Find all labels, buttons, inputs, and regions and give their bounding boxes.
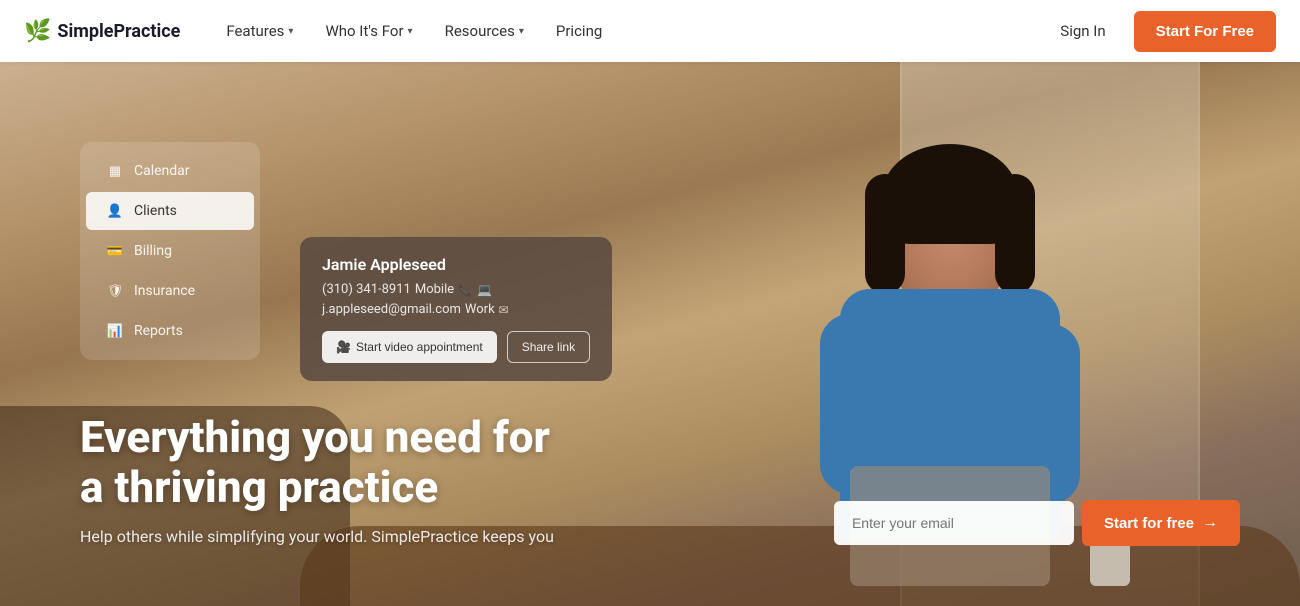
client-phone-row: (310) 341-8911 Mobile 📞 💻 (322, 282, 590, 297)
client-name: Jamie Appleseed (322, 255, 590, 274)
client-phone: (310) 341-8911 (322, 282, 411, 297)
email-input[interactable] (834, 501, 1074, 545)
client-email-label: Work (465, 302, 495, 317)
app-sidebar-panel: ▦ Calendar 👤 Clients 💳 Billing 🛡 Insuran… (80, 142, 260, 360)
logo-icon: 🌿 (24, 19, 51, 44)
client-email-row: j.appleseed@gmail.com Work ✉ (322, 302, 590, 317)
device-icon: 💻 (477, 283, 492, 297)
calendar-icon: ▦ (106, 162, 124, 180)
billing-icon: 💳 (106, 242, 124, 260)
navbar: 🌿 SimplePractice Features ▾ Who It's For… (0, 0, 1300, 62)
logo[interactable]: 🌿 SimplePractice (24, 19, 180, 44)
start-video-button[interactable]: 🎥 Start video appointment (322, 331, 497, 363)
insurance-icon: 🛡 (106, 282, 124, 300)
person-hair-right (995, 174, 1035, 294)
sidebar-item-insurance[interactable]: 🛡 Insurance (86, 272, 254, 310)
clients-icon: 👤 (106, 202, 124, 220)
client-email: j.appleseed@gmail.com (322, 302, 461, 317)
nav-features[interactable]: Features ▾ (212, 14, 307, 48)
arrow-right-icon: → (1202, 514, 1218, 532)
phone-icon: 📞 (458, 283, 473, 297)
person-hair-left (865, 174, 905, 294)
client-card: Jamie Appleseed (310) 341-8911 Mobile 📞 … (300, 237, 612, 381)
chevron-down-icon: ▾ (408, 26, 413, 37)
sidebar-item-calendar[interactable]: ▦ Calendar (86, 152, 254, 190)
video-icon: 🎥 (336, 340, 351, 354)
email-icon: ✉ (499, 303, 509, 317)
nav-links: Features ▾ Who It's For ▾ Resources ▾ Pr… (212, 14, 1048, 48)
hero-headline: Everything you need for a thriving pract… (80, 412, 554, 513)
sign-in-link[interactable]: Sign In (1048, 14, 1117, 48)
nav-pricing[interactable]: Pricing (542, 14, 616, 48)
email-cta-section: Start for free → (834, 500, 1240, 546)
hero-section: ▦ Calendar 👤 Clients 💳 Billing 🛡 Insuran… (0, 62, 1300, 606)
card-actions: 🎥 Start video appointment Share link (322, 331, 590, 363)
nav-resources[interactable]: Resources ▾ (431, 14, 538, 48)
start-for-free-cta-button[interactable]: Start for free → (1082, 500, 1240, 546)
reports-icon: 📊 (106, 322, 124, 340)
sidebar-item-billing[interactable]: 💳 Billing (86, 232, 254, 270)
brand-name: SimplePractice (57, 21, 180, 42)
start-for-free-button[interactable]: Start For Free (1134, 11, 1276, 52)
chevron-down-icon: ▾ (519, 26, 524, 37)
chevron-down-icon: ▾ (288, 26, 293, 37)
hero-subtext: Help others while simplifying your world… (80, 527, 554, 546)
nav-right: Sign In Start For Free (1048, 11, 1276, 52)
sidebar-item-reports[interactable]: 📊 Reports (86, 312, 254, 350)
sidebar-item-clients[interactable]: 👤 Clients (86, 192, 254, 230)
client-phone-label: Mobile (415, 282, 454, 297)
hero-text-block: Everything you need for a thriving pract… (80, 412, 554, 546)
share-link-button[interactable]: Share link (507, 331, 590, 363)
nav-who-its-for[interactable]: Who It's For ▾ (311, 14, 426, 48)
